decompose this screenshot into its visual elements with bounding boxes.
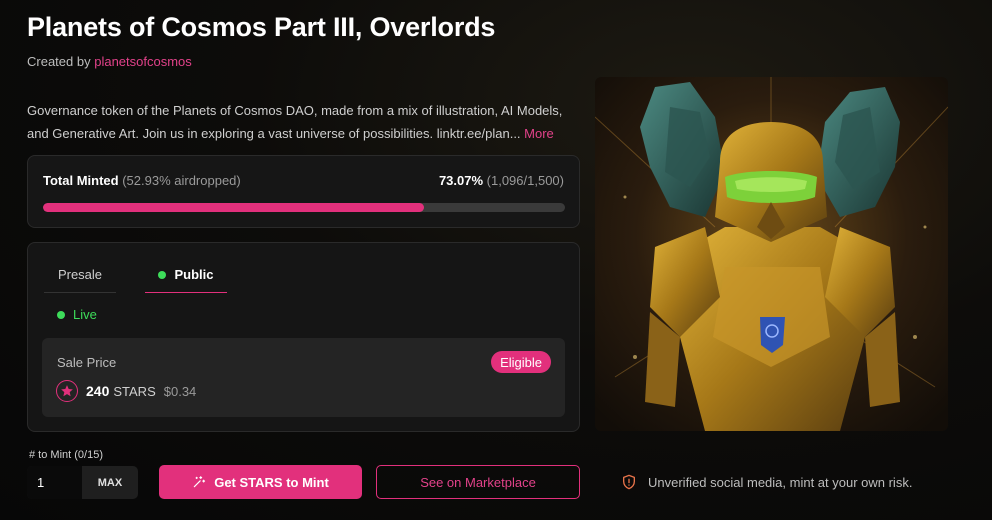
sale-price-box: Sale Price Eligible 240 STARS $0.34 (42, 338, 565, 417)
page-title: Planets of Cosmos Part III, Overlords (27, 12, 496, 42)
tab-public[interactable]: Public (145, 257, 227, 293)
description-text: Governance token of the Planets of Cosmo… (27, 103, 563, 141)
public-status-dot (158, 270, 167, 279)
total-minted-card: Total Minted (52.93% airdropped) 73.07% … (27, 155, 580, 228)
live-status: Live (57, 307, 97, 322)
minted-percent-value: 73.07% (438, 173, 484, 188)
price-usd: $0.34 (163, 383, 197, 399)
price-amount: 240 (86, 383, 110, 399)
star-icon (56, 380, 78, 402)
created-by-label: Created by (27, 54, 91, 69)
mint-progress-fill (43, 203, 425, 212)
marketplace-label: See on Marketplace (420, 474, 536, 490)
creator-link[interactable]: planetsofcosmos (94, 54, 192, 69)
mint-count-label: # to Mint (0/15) (29, 449, 103, 461)
minted-label: Total Minted (52.93% airdropped) (43, 173, 241, 188)
tab-presale[interactable]: Presale (44, 257, 116, 293)
airdropped-text: (52.93% airdropped) (122, 173, 241, 188)
shield-alert-icon (621, 474, 637, 490)
mint-progress-bar (43, 203, 565, 212)
quantity-input[interactable] (27, 466, 82, 499)
quantity-stepper: MAX (27, 466, 138, 499)
unverified-warning: Unverified social media, mint at your ow… (621, 474, 912, 490)
live-label: Live (73, 307, 97, 322)
tab-presale-label: Presale (57, 267, 103, 282)
minted-count: (1,096/1,500) (486, 173, 564, 188)
max-button[interactable]: MAX (82, 466, 138, 499)
sale-price-label: Sale Price (57, 355, 117, 370)
live-dot (57, 310, 65, 319)
minted-title: Total Minted (43, 173, 119, 188)
tab-public-label: Public (174, 267, 214, 282)
creator-line: Created by planetsofcosmos (27, 54, 192, 69)
price-unit: STARS (113, 383, 156, 399)
price-row: 240 STARS $0.34 (56, 380, 196, 402)
collection-artwork (595, 77, 948, 431)
eligible-badge: Eligible (491, 351, 551, 373)
warning-text: Unverified social media, mint at your ow… (648, 474, 913, 490)
mint-phase-card: Presale Public Live Sale Price Eligible … (27, 242, 580, 432)
get-stars-button[interactable]: Get STARS to Mint (159, 465, 362, 499)
get-stars-label: Get STARS to Mint (214, 474, 329, 490)
minted-percent: 73.07% (1,096/1,500) (439, 173, 564, 188)
marketplace-button[interactable]: See on Marketplace (376, 465, 580, 499)
sparkle-icon (192, 475, 206, 489)
collection-description: Governance token of the Planets of Cosmo… (27, 99, 587, 145)
more-link[interactable]: More (524, 126, 554, 141)
